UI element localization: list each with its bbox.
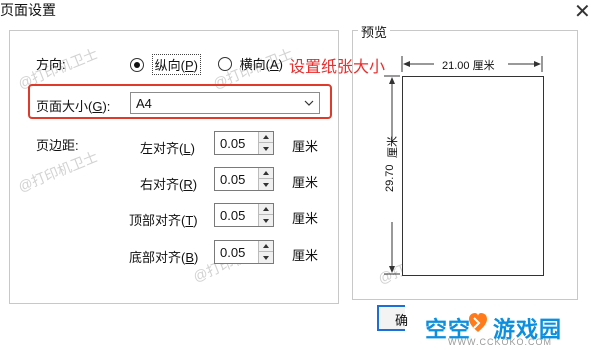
radio-portrait-label: 纵向(P) [151,54,201,75]
page-size-value: A4 [136,96,152,111]
chevron-down-icon [304,100,314,106]
margin-top-stepper[interactable]: 0.05 [214,203,274,227]
margin-bottom-label: 底部对齐(B) [129,250,199,265]
stepper-up-button[interactable] [259,241,273,252]
stepper-up-button[interactable] [259,204,273,215]
margin-right-stepper[interactable]: 0.05 [214,167,274,191]
stepper-up-button[interactable] [259,168,273,179]
margin-bottom-value[interactable]: 0.05 [220,245,245,260]
margin-bottom-unit: 厘米 [292,248,319,263]
margin-top-unit: 厘米 [292,211,319,226]
margin-right-unit: 厘米 [292,175,319,190]
stepper-down-button[interactable] [259,252,273,263]
triangle-down-icon [263,218,269,223]
stepper-down-button[interactable] [259,215,273,226]
radio-portrait[interactable]: 纵向(P) [130,54,201,75]
preview-width-label: 21.00 厘米 [442,60,495,72]
margin-left-value[interactable]: 0.05 [220,136,245,151]
preview-label: 预览 [358,22,391,41]
stepper-down-button[interactable] [259,179,273,190]
margin-right-value[interactable]: 0.05 [220,172,245,187]
orientation-label: 方向: [36,57,66,72]
close-icon[interactable]: ✕ [574,2,591,22]
triangle-up-icon [263,135,269,139]
margin-right-label: 右对齐(R) [140,177,198,192]
margin-top-label: 顶部对齐(T) [129,213,198,228]
margin-left-unit: 厘米 [292,139,319,154]
site-url: WWW.CCKOKO.COM [448,337,552,347]
triangle-down-icon [263,146,269,151]
stepper-down-button[interactable] [259,143,273,154]
margin-left-label: 左对齐(L) [140,141,195,156]
radio-landscape-label: 横向(A) [239,57,283,72]
margin-left-stepper[interactable]: 0.05 [214,131,274,155]
radio-landscape-indicator[interactable] [218,56,232,71]
page-size-select[interactable]: A4 [130,92,320,114]
triangle-down-icon [263,182,269,187]
heart-logo-icon [469,313,487,332]
triangle-down-icon [263,255,269,260]
page-size-label: 页面大小(G): [36,99,111,114]
dimension-lines [384,56,543,275]
preview-height-unit: 厘米 [387,136,399,158]
triangle-up-icon [263,207,269,211]
triangle-up-icon [263,171,269,175]
margin-top-value[interactable]: 0.05 [220,208,245,223]
margins-label: 页边距: [36,138,79,153]
ok-button-label: 确 [395,313,409,328]
radio-landscape[interactable]: 横向(A) [218,54,283,73]
preview-height-label: 29.70 [384,164,396,192]
radio-portrait-indicator[interactable] [130,57,144,72]
window-title: 页面设置 [0,2,56,18]
stepper-up-button[interactable] [259,132,273,143]
margin-bottom-stepper[interactable]: 0.05 [214,240,274,264]
triangle-up-icon [263,244,269,248]
ok-button[interactable]: 确 [377,305,409,331]
